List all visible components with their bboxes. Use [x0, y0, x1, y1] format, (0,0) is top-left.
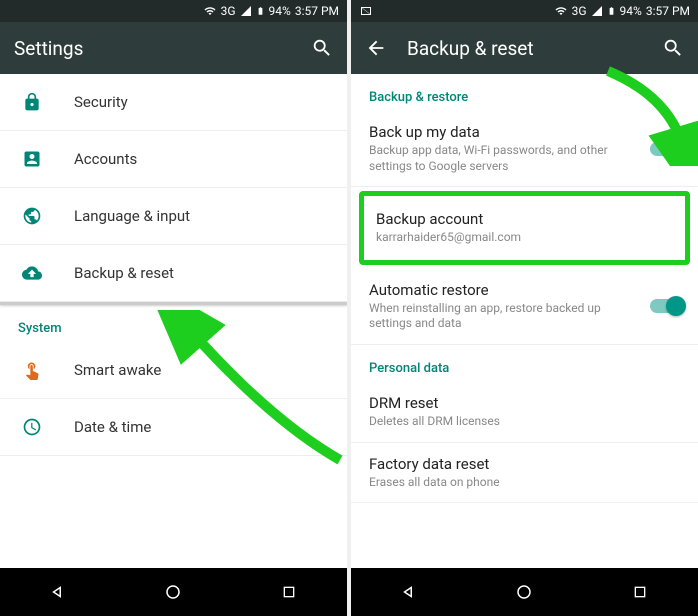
battery-icon [256, 4, 265, 18]
settings-item-datetime[interactable]: Date & time [0, 399, 347, 456]
settings-item-smartawake[interactable]: Smart awake [0, 342, 347, 399]
globe-icon [18, 206, 46, 226]
restore-toggle[interactable] [650, 299, 684, 313]
time-label: 3:57 PM [295, 4, 339, 18]
clock-icon [18, 417, 46, 437]
item-title: Factory data reset [369, 455, 680, 473]
highlight-annotation: Backup account karrarhaider65@gmail.com [359, 191, 690, 265]
battery-label: 94% [269, 4, 291, 18]
network-label: 3G [572, 4, 587, 18]
item-title: Backup account [376, 210, 673, 228]
nav-back[interactable] [399, 582, 419, 602]
network-label: 3G [221, 4, 236, 18]
settings-list: Security Accounts Language & input Backu… [0, 74, 347, 568]
page-title: Backup & reset [407, 37, 662, 60]
drm-reset-item[interactable]: DRM reset Deletes all DRM licenses [351, 382, 698, 443]
hand-icon [18, 360, 46, 380]
nav-recent[interactable] [279, 582, 299, 602]
account-icon [18, 149, 46, 169]
settings-item-language[interactable]: Language & input [0, 188, 347, 245]
nav-back[interactable] [48, 582, 68, 602]
item-label: Security [74, 93, 128, 111]
settings-item-security[interactable]: Security [0, 74, 347, 131]
section-personal-data: Personal data [351, 345, 698, 382]
settings-screen: 3G 94% 3:57 PM Settings Security Account… [0, 0, 347, 616]
backup-account-item[interactable]: Backup account karrarhaider65@gmail.com [364, 196, 685, 260]
cloud-up-icon [18, 263, 46, 283]
item-label: Smart awake [74, 361, 161, 379]
factory-reset-item[interactable]: Factory data reset Erases all data on ph… [351, 443, 698, 504]
back-icon[interactable] [365, 37, 387, 59]
item-subtitle: karrarhaider65@gmail.com [376, 230, 616, 246]
time-label: 3:57 PM [646, 4, 690, 18]
battery-label: 94% [620, 4, 642, 18]
nav-bar [0, 568, 347, 616]
search-icon[interactable] [311, 37, 333, 59]
item-subtitle: Deletes all DRM licenses [369, 414, 609, 430]
nav-recent[interactable] [630, 582, 650, 602]
item-title: DRM reset [369, 394, 680, 412]
backup-list: Backup & restore Back up my data Backup … [351, 74, 698, 568]
status-bar: 3G 94% 3:57 PM [0, 0, 347, 22]
backup-reset-screen: 3G 94% 3:57 PM Backup & reset Backup & r… [351, 0, 698, 616]
signal-icon [591, 5, 603, 17]
backup-toggle[interactable] [650, 142, 684, 156]
lock-icon [18, 92, 46, 112]
wifi-icon [554, 5, 568, 17]
nav-home[interactable] [514, 582, 534, 602]
action-bar: Settings [0, 22, 347, 74]
signal-icon [240, 5, 252, 17]
item-subtitle: Backup app data, Wi-Fi passwords, and ot… [369, 143, 609, 174]
automatic-restore-item[interactable]: Automatic restore When reinstalling an a… [351, 269, 698, 345]
item-label: Backup & reset [74, 264, 174, 282]
page-title: Settings [14, 37, 311, 60]
action-bar: Backup & reset [351, 22, 698, 74]
item-title: Back up my data [369, 123, 680, 141]
item-label: Accounts [74, 150, 137, 168]
settings-item-accounts[interactable]: Accounts [0, 131, 347, 188]
item-label: Date & time [74, 418, 151, 436]
item-subtitle: When reinstalling an app, restore backed… [369, 301, 609, 332]
search-icon[interactable] [662, 37, 684, 59]
status-bar: 3G 94% 3:57 PM [351, 0, 698, 22]
settings-item-backup[interactable]: Backup & reset [0, 245, 347, 302]
item-label: Language & input [74, 207, 190, 225]
section-backup-restore: Backup & restore [351, 74, 698, 111]
item-subtitle: Erases all data on phone [369, 475, 609, 491]
item-title: Automatic restore [369, 281, 680, 299]
wifi-icon [203, 5, 217, 17]
backup-my-data-item[interactable]: Back up my data Backup app data, Wi-Fi p… [351, 111, 698, 187]
nav-home[interactable] [163, 582, 183, 602]
section-system: System [0, 305, 347, 342]
battery-icon [607, 4, 616, 18]
screenshot-icon [359, 5, 373, 17]
nav-bar [351, 568, 698, 616]
